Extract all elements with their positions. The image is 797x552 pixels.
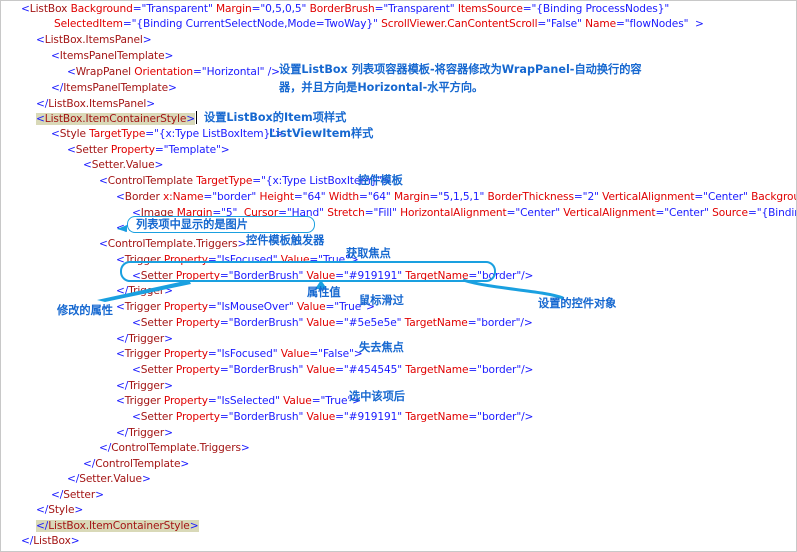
property-value-note: 属性值: [307, 286, 341, 299]
target-control-note: 设置的控件对象: [538, 297, 617, 310]
mouse-over-note: 鼠标滑过: [359, 294, 404, 307]
property-pointer: [97, 280, 191, 302]
item-style-note: 设置ListBox的Item项样式: [204, 111, 347, 124]
modified-property-note: 修改的属性: [57, 304, 113, 317]
code-editor[interactable]: <ListBox Background="Transparent" Margin…: [0, 0, 797, 552]
wrap-panel-note-2: 器，并且方向是Horizontal-水平方向。: [279, 81, 484, 94]
listviewitem-style-note: ListViewItem样式: [269, 127, 374, 140]
setter-highlight-box: [120, 261, 496, 282]
template-triggers-note: 控件模板触发器: [246, 234, 325, 247]
target-pointer: [462, 278, 564, 300]
image-callout: 列表项中显示的是图片: [127, 216, 315, 233]
wrap-panel-note-1: 设置ListBox 列表项容器模板-将容器修改为WrapPanel-自动换行的容: [279, 63, 642, 76]
get-focus-note: 获取焦点: [346, 247, 391, 260]
selected-note: 选中该项后: [349, 390, 405, 403]
callout-pointer: [117, 225, 127, 232]
control-template-note: 控件模板: [358, 174, 403, 187]
lose-focus-note: 失去焦点: [359, 341, 404, 354]
